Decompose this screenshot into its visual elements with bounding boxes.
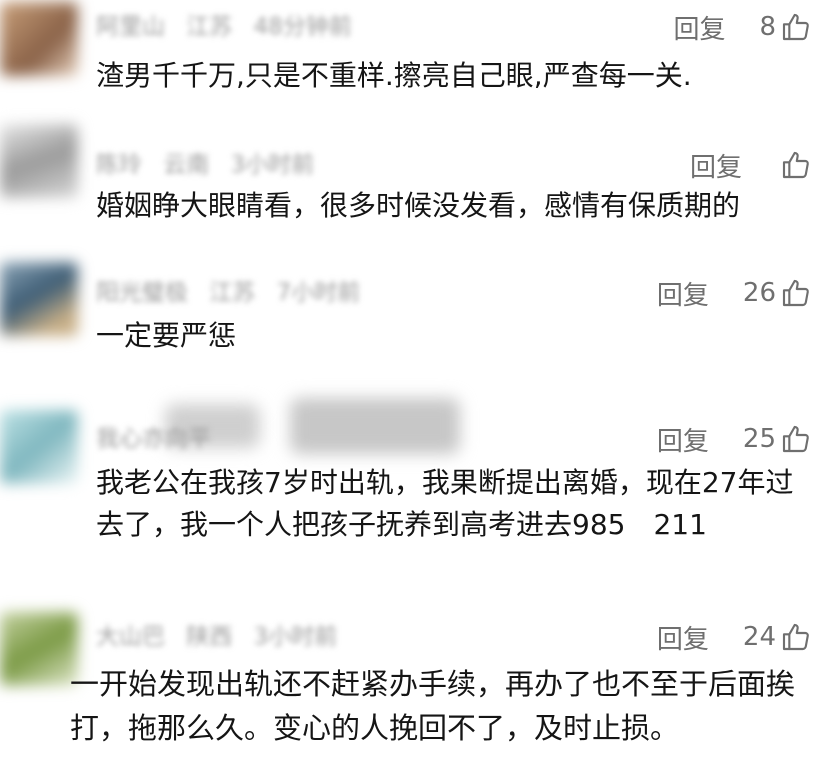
blurred-region	[290, 398, 460, 454]
reply-button[interactable]: 回复	[673, 9, 725, 46]
comment-text: 渣男千千万,只是不重样.擦亮自己眼,严查每一关.	[96, 59, 692, 92]
timestamp: 3小时前	[253, 624, 338, 650]
reply-button[interactable]: 回复	[657, 619, 709, 656]
location: 江苏	[209, 280, 256, 306]
reply-button[interactable]: 回复	[657, 421, 709, 458]
avatar[interactable]	[0, 612, 78, 686]
avatar[interactable]	[0, 2, 78, 76]
comment-text: 一开始发现出轨还不赶紧办手续，再办了也不至于后面挨打，拖那么久。变心的人挽回不了…	[70, 667, 796, 745]
comment-item: 大山巴 陕西 3小时前 回复 24 一开始发现出轨还不赶紧办手续，再办了也不至于…	[0, 590, 818, 762]
thumbs-up-icon[interactable]	[780, 621, 812, 653]
timestamp: 3小时前	[230, 152, 315, 178]
comment-meta: 大山巴 陕西 3小时前	[96, 620, 337, 654]
thumbs-up-icon[interactable]	[780, 11, 812, 43]
like-count: 26	[742, 278, 776, 308]
like-count: 24	[742, 622, 776, 652]
comment-actions: 回复 26	[657, 275, 812, 312]
thumbs-up-icon[interactable]	[780, 423, 812, 455]
comment-actions: 回复	[690, 147, 812, 184]
comment-meta: 阿里山 江苏 48分钟前	[96, 10, 352, 44]
avatar[interactable]	[0, 124, 78, 198]
comment-item: 阳光璧极 江苏 7小时前 回复 26 一定要严惩	[0, 240, 818, 390]
comment-meta: 陈玲 云南 3小时前	[96, 148, 314, 182]
location: 江苏	[186, 14, 233, 40]
like-count: 25	[742, 424, 776, 454]
like-count: 8	[759, 12, 776, 42]
thumbs-up-icon[interactable]	[780, 277, 812, 309]
location: 陕西	[186, 624, 233, 650]
reply-button[interactable]: 回复	[690, 147, 742, 184]
reply-button[interactable]: 回复	[657, 275, 709, 312]
comment-text: 一定要严惩	[96, 319, 237, 352]
comment-text: 婚姻睁大眼睛看，很多时候没发看，感情有保质期的	[96, 189, 741, 222]
username[interactable]: 我心亦向平	[96, 426, 211, 452]
location: 云南	[163, 152, 210, 178]
comment-text: 我老公在我孩7岁时出轨，我果断提出离婚，现在27年过去了，我一个人把孩子抚养到高…	[96, 466, 794, 541]
comment-actions: 回复 25	[657, 421, 812, 458]
timestamp: 7小时前	[276, 280, 361, 306]
comment-actions: 回复 8	[673, 9, 812, 46]
avatar[interactable]	[0, 262, 78, 336]
avatar[interactable]	[0, 410, 78, 484]
thumbs-up-icon[interactable]	[780, 149, 812, 181]
comment-item: 阿里山 江苏 48分钟前 回复 8 渣男千千万,只是不重样.擦亮自己眼,严查每一…	[0, 0, 818, 110]
username[interactable]: 阿里山	[96, 14, 165, 40]
comment-meta: 我心亦向平	[96, 422, 239, 456]
timestamp: 48分钟前	[253, 14, 352, 40]
username[interactable]: 陈玲	[96, 152, 142, 178]
comment-actions: 回复 24	[657, 619, 812, 656]
comment-meta: 阳光璧极 江苏 7小时前	[96, 276, 360, 310]
username[interactable]: 阳光璧极	[96, 280, 188, 306]
comment-item: 陈玲 云南 3小时前 回复 婚姻睁大眼睛看，很多时候没发看，感情有保质期的	[0, 110, 818, 240]
comment-item: 我心亦向平 回复 25 我老公在我孩7岁时出轨，我果断提出离婚，现在27年过去了…	[0, 390, 818, 590]
username[interactable]: 大山巴	[96, 624, 165, 650]
